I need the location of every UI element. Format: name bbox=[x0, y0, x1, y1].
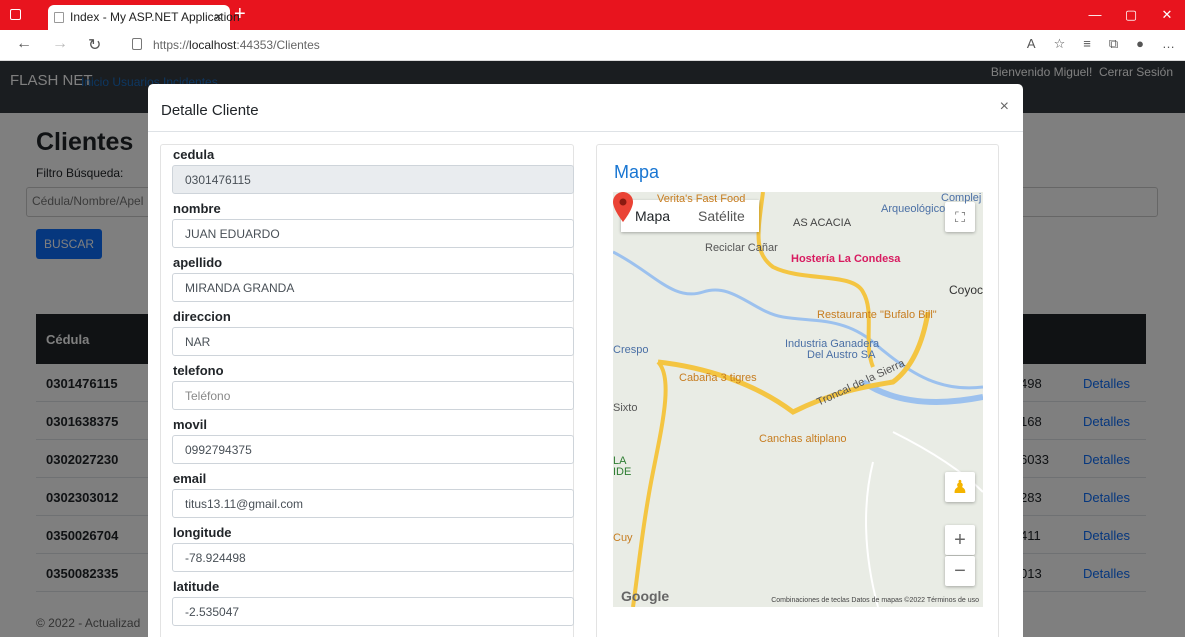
back-icon[interactable]: ← bbox=[16, 35, 32, 53]
location-pin-icon[interactable] bbox=[613, 192, 633, 222]
field-label-telefono: telefono bbox=[173, 363, 224, 378]
minimize-icon[interactable]: — bbox=[1077, 0, 1113, 30]
field-label-email: email bbox=[173, 471, 207, 486]
read-aloud-icon[interactable]: A bbox=[1027, 36, 1036, 52]
map-label: Sixto bbox=[613, 402, 638, 414]
refresh-icon[interactable]: ↻ bbox=[88, 35, 101, 55]
nombre-field[interactable]: JUAN EDUARDO bbox=[172, 219, 574, 248]
map-label: Cabaña 3 tigres bbox=[679, 372, 757, 384]
map-label: Restaurante "Bufalo Bill" bbox=[817, 309, 937, 321]
favicon-icon bbox=[54, 12, 64, 23]
collections-icon[interactable]: ⧉ bbox=[1109, 36, 1118, 52]
field-label-longitude: longitude bbox=[173, 525, 232, 540]
more-icon[interactable]: … bbox=[1162, 36, 1175, 52]
map-label: Arqueológico bbox=[881, 203, 946, 215]
map-label: Crespo bbox=[613, 344, 649, 356]
client-form: cedula 0301476115 nombre JUAN EDUARDO ap… bbox=[160, 144, 574, 637]
map-label: IDE bbox=[613, 466, 632, 478]
field-label-direccion: direccion bbox=[173, 309, 231, 324]
favorite-icon[interactable]: ☆ bbox=[1054, 36, 1066, 52]
map-label: AS ACACIA bbox=[793, 217, 852, 229]
google-logo: Google bbox=[621, 588, 670, 604]
apellido-field[interactable]: MIRANDA GRANDA bbox=[172, 273, 574, 302]
cedula-field: 0301476115 bbox=[172, 165, 574, 194]
map-card: Mapa Mapa Satélite ⛶ AS ACACIA Verita's … bbox=[596, 144, 999, 637]
movil-field[interactable]: 0992794375 bbox=[172, 435, 574, 464]
browser-tab-bar: Index - My ASP.NET Application × + — ▢ ✕ bbox=[0, 0, 1185, 30]
latitude-field[interactable]: -2.535047 bbox=[172, 597, 574, 626]
client-detail-modal: Detalle Cliente × cedula 0301476115 nomb… bbox=[148, 84, 1023, 637]
field-label-movil: movil bbox=[173, 417, 207, 432]
map-title: Mapa bbox=[614, 162, 660, 182]
close-window-icon[interactable]: ✕ bbox=[1149, 0, 1185, 30]
field-label-latitude: latitude bbox=[173, 579, 220, 594]
browser-toolbar: A ☆ ≡ ⧉ ● … bbox=[1027, 36, 1175, 52]
window-menu-icon[interactable] bbox=[10, 9, 21, 20]
map-label: Complej bbox=[941, 192, 982, 204]
browser-tab[interactable]: Index - My ASP.NET Application × bbox=[48, 5, 240, 30]
zoom-in-button[interactable]: + bbox=[945, 525, 975, 555]
profile-icon[interactable]: ● bbox=[1136, 36, 1144, 52]
url-host: localhost bbox=[189, 38, 237, 52]
google-map[interactable]: Mapa Satélite ⛶ AS ACACIA Verita's Fast … bbox=[613, 192, 983, 607]
forward-icon[interactable]: → bbox=[52, 35, 68, 53]
restore-icon[interactable]: ▢ bbox=[1113, 0, 1149, 30]
longitude-field[interactable]: -78.924498 bbox=[172, 543, 574, 572]
favorites-list-icon[interactable]: ≡ bbox=[1083, 36, 1091, 52]
field-label-cedula: cedula bbox=[173, 147, 215, 162]
direccion-field[interactable]: NAR bbox=[172, 327, 574, 356]
map-label: Reciclar Cañar bbox=[705, 242, 778, 254]
map-label: Hostería La Condesa bbox=[791, 253, 901, 265]
window-controls: — ▢ ✕ bbox=[1077, 0, 1185, 30]
address-bar: ← → ↻ https://localhost:44353/Clientes A… bbox=[0, 30, 1185, 61]
map-label: Canchas altiplano bbox=[759, 433, 847, 445]
new-tab-button[interactable]: + bbox=[234, 3, 246, 26]
url-field[interactable]: https://localhost:44353/Clientes bbox=[153, 38, 320, 52]
map-label: Coyoc bbox=[949, 283, 983, 297]
close-icon[interactable]: × bbox=[1000, 98, 1009, 116]
url-path: :44353/Clientes bbox=[236, 38, 320, 52]
map-label: Cuy bbox=[613, 532, 633, 544]
field-label-nombre: nombre bbox=[173, 201, 221, 216]
tab-close-icon[interactable]: × bbox=[214, 9, 222, 24]
map-attribution[interactable]: Combinaciones de teclas Datos de mapas ©… bbox=[771, 597, 979, 604]
telefono-field[interactable]: Teléfono bbox=[172, 381, 574, 410]
zoom-out-button[interactable]: − bbox=[945, 556, 975, 586]
lock-icon bbox=[132, 38, 142, 50]
url-prefix: https:// bbox=[153, 38, 190, 52]
fullscreen-icon[interactable]: ⛶ bbox=[945, 202, 975, 232]
modal-title: Detalle Cliente bbox=[161, 102, 259, 119]
email-field[interactable]: titus13.11@gmail.com bbox=[172, 489, 574, 518]
field-label-apellido: apellido bbox=[173, 255, 223, 270]
modal-header: Detalle Cliente × bbox=[148, 84, 1023, 132]
map-label: Verita's Fast Food bbox=[657, 193, 746, 205]
street-view-icon[interactable]: ♟ bbox=[945, 472, 975, 502]
map-label: Del Austro SA bbox=[807, 349, 876, 361]
